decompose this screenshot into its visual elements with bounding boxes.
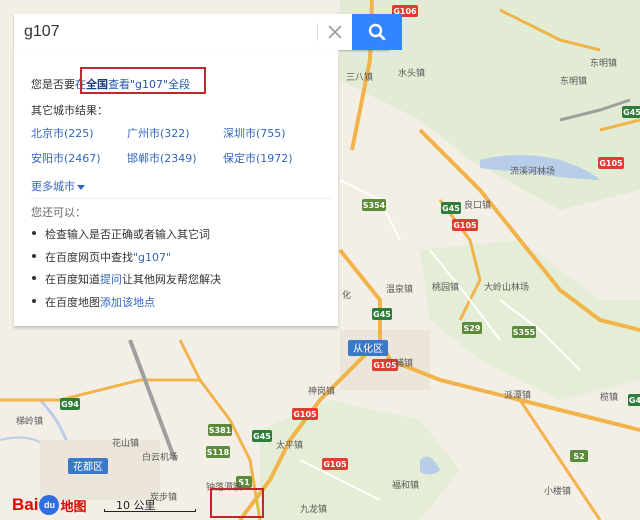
suggestion-item: 检查输入是否正确或者输入其它词: [31, 226, 221, 249]
place-label: 三八镇: [346, 71, 373, 83]
shield-g4: G4: [628, 394, 640, 406]
place-label: 神岗镇: [308, 385, 335, 397]
annotation-highlight-box: [80, 67, 206, 94]
svg-text:S29: S29: [464, 324, 481, 333]
city-result-link[interactable]: 保定市(1972): [223, 150, 293, 166]
place-label: 水头镇: [398, 67, 425, 79]
svg-text:G4: G4: [629, 396, 640, 405]
scale-ruler: [104, 509, 196, 512]
clear-button[interactable]: [318, 14, 352, 50]
shield-g105: G105: [292, 408, 318, 420]
place-label: 东明镇: [560, 75, 587, 87]
svg-text:G45: G45: [253, 432, 271, 441]
svg-text:G45: G45: [442, 204, 460, 213]
city-result-link[interactable]: 深圳市(755): [223, 125, 286, 141]
svg-text:S354: S354: [363, 201, 386, 210]
suggestion-item: 在百度地图添加该地点: [31, 294, 221, 317]
suggestions-title: 您还可以：: [31, 206, 86, 219]
search-icon: [368, 23, 386, 41]
shield-s118: S118: [206, 446, 230, 458]
svg-text:S118: S118: [207, 448, 230, 457]
place-label: 白云机场: [142, 451, 178, 463]
search-input[interactable]: [14, 14, 324, 50]
divider: [31, 198, 331, 199]
place-label: 桃园镇: [432, 281, 459, 293]
city-result-link[interactable]: 安阳市(2467): [31, 150, 101, 166]
district-badge-huadu[interactable]: 花都区: [68, 458, 108, 474]
shield-g45: G45: [372, 308, 392, 320]
suggestion-prefix: 您是否要: [31, 78, 75, 91]
ask-question-link[interactable]: 提问: [100, 273, 122, 286]
more-cities-button[interactable]: 更多城市: [31, 178, 85, 194]
suggestion-item: 在百度网页中查找"g107": [31, 249, 221, 272]
close-icon: [328, 25, 342, 39]
shield-g105: G105: [452, 219, 478, 231]
city-result-link[interactable]: 广州市(322): [127, 125, 190, 141]
place-label: 流溪河林场: [510, 165, 555, 177]
shield-g45: G45: [441, 202, 461, 214]
scale-bar: 10 公里: [104, 496, 196, 516]
svg-text:花都区: 花都区: [73, 460, 103, 473]
shield-g105: G105: [598, 157, 624, 169]
svg-text:G105: G105: [323, 460, 347, 469]
shield-g94: G94: [60, 398, 80, 410]
svg-text:G94: G94: [61, 400, 79, 409]
annotation-box: [210, 488, 264, 518]
shield-g45: G45: [252, 430, 272, 442]
shield-s355: S355: [512, 326, 536, 338]
baidu-map-logo: Bai du 地图: [12, 495, 87, 515]
other-cities-title: 其它城市结果：: [31, 104, 108, 117]
caret-down-icon: [77, 184, 85, 190]
search-bar: [14, 14, 402, 50]
place-label: 派潭镇: [504, 389, 531, 401]
place-label: 东明镇: [590, 57, 617, 69]
shield-s354: S354: [362, 199, 386, 211]
city-result-link[interactable]: 邯郸市(2349): [127, 150, 197, 166]
place-label: 化: [342, 289, 351, 301]
suggestion-list: 检查输入是否正确或者输入其它词 在百度网页中查找"g107" 在百度知道提问让其…: [31, 226, 221, 316]
place-label: 福和镇: [392, 479, 419, 491]
city-result-link[interactable]: 北京市(225): [31, 125, 94, 141]
place-label: 温泉镇: [386, 283, 413, 295]
svg-text:G105: G105: [453, 221, 477, 230]
search-results-panel: 您是否要在全国查看"g107"全段 其它城市结果： 北京市(225) 广州市(3…: [14, 50, 338, 326]
svg-text:S355: S355: [513, 328, 536, 337]
svg-text:S2: S2: [573, 452, 584, 461]
svg-text:S381: S381: [209, 426, 232, 435]
svg-text:G45: G45: [623, 108, 640, 117]
place-label: 太平镇: [276, 439, 303, 451]
place-label: 花山镇: [112, 437, 139, 449]
place-label: 大岭山林场: [484, 281, 529, 293]
place-label: 江埔镇: [386, 357, 413, 369]
place-label: 良口镇: [464, 199, 491, 211]
place-label: 小楼镇: [544, 485, 571, 497]
svg-text:G105: G105: [599, 159, 623, 168]
add-place-link[interactable]: 添加该地点: [100, 296, 155, 309]
shield-g105: G105: [322, 458, 348, 470]
shield-s381: S381: [208, 424, 232, 436]
shield-s2: S2: [570, 450, 588, 462]
shield-g45: G45: [622, 106, 640, 118]
district-badge-conghua[interactable]: 从化区: [348, 340, 388, 356]
search-button[interactable]: [352, 14, 402, 50]
svg-text:G45: G45: [373, 310, 391, 319]
suggestion-item: 在百度知道提问让其他网友帮您解决: [31, 271, 221, 294]
place-label: 九龙镇: [300, 503, 327, 515]
web-search-link[interactable]: "g107": [133, 251, 171, 264]
svg-text:G105: G105: [293, 410, 317, 419]
paw-icon: du: [39, 495, 60, 515]
place-label: 榄镇: [600, 391, 618, 403]
place-label: 梯岭镇: [16, 415, 43, 427]
svg-text:从化区: 从化区: [353, 342, 383, 355]
shield-s29: S29: [462, 322, 482, 334]
